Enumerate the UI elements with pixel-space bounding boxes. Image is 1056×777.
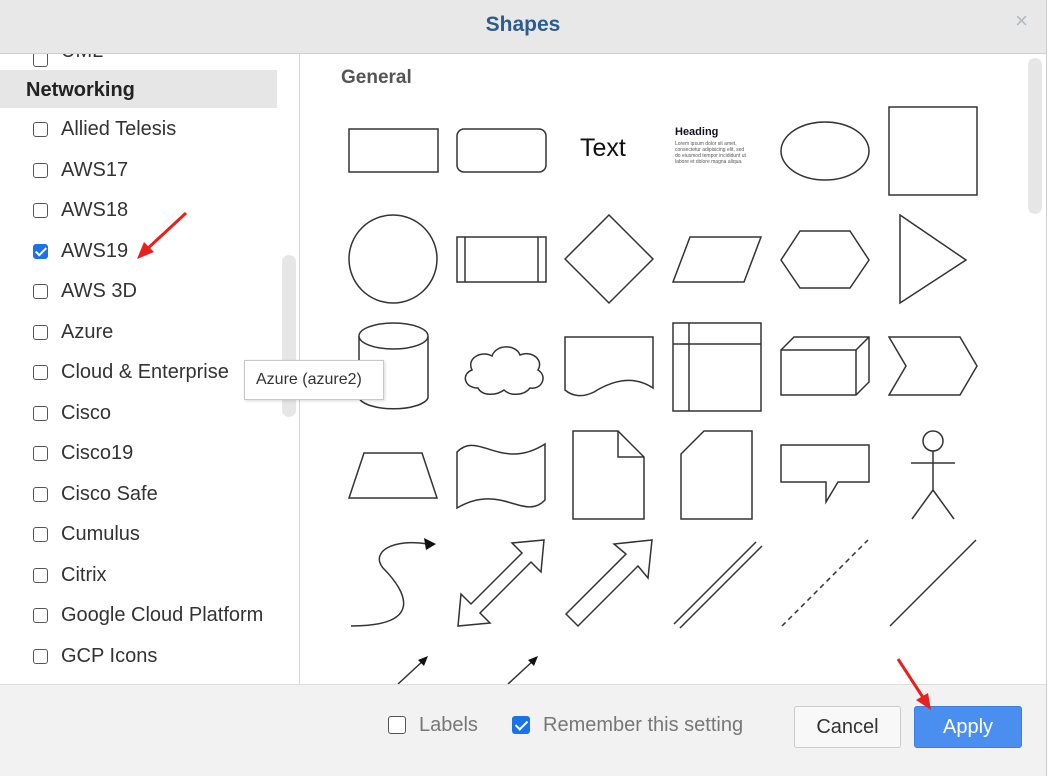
cloud-shape[interactable]: [458, 340, 548, 398]
dialog-title: Shapes: [485, 13, 561, 36]
bidirectional-arrow-shape[interactable]: [456, 538, 548, 630]
checkbox[interactable]: [33, 163, 48, 178]
rectangle-shape[interactable]: [348, 128, 440, 174]
square-shape[interactable]: [888, 106, 980, 198]
text-shape[interactable]: Text: [580, 134, 626, 163]
labels-option-label: Labels: [419, 714, 478, 736]
textbox-shape[interactable]: Heading Lorem ipsum dolor sit amet, cons…: [675, 126, 757, 178]
close-icon[interactable]: ×: [1015, 8, 1028, 34]
checkbox[interactable]: [33, 608, 48, 623]
sidebar-item-label: Cisco Safe: [61, 483, 158, 505]
internal-storage-shape[interactable]: [672, 322, 764, 414]
checkbox-checked[interactable]: [33, 244, 48, 259]
ellipse-shape[interactable]: [780, 121, 872, 183]
checkbox[interactable]: [33, 487, 48, 502]
double-line-shape[interactable]: [672, 538, 764, 630]
document-shape[interactable]: [564, 336, 656, 400]
checkbox[interactable]: [33, 365, 48, 380]
shape-preview-panel: General Text Heading Lorem ipsum dolor s…: [300, 54, 1046, 684]
dialog-footer: Labels Remember this setting Cancel Appl…: [0, 684, 1046, 776]
rounded-rectangle-shape[interactable]: [456, 128, 548, 174]
connector-arrow-shape[interactable]: [396, 654, 432, 684]
shapes-dialog: Shapes × UML Networking Allied Telesis A…: [0, 0, 1047, 776]
checkbox[interactable]: [33, 122, 48, 137]
process-shape[interactable]: [456, 236, 548, 284]
line-shape[interactable]: [888, 538, 980, 630]
dialog-titlebar: Shapes ×: [0, 0, 1046, 54]
diamond-shape[interactable]: [564, 214, 656, 306]
note-shape[interactable]: [572, 430, 646, 522]
arrow-shape[interactable]: [564, 538, 656, 630]
checkbox[interactable]: [33, 284, 48, 299]
category-header-networking[interactable]: Networking: [0, 70, 277, 108]
category-label: Networking: [26, 79, 135, 101]
sidebar-item-label: GCP Icons: [61, 645, 158, 667]
checkbox[interactable]: [33, 325, 48, 340]
dashed-line-shape[interactable]: [780, 538, 872, 630]
sidebar-item-label: Citrix: [61, 564, 107, 586]
sidebar-item-label: UML: [61, 54, 103, 63]
triangle-shape[interactable]: [898, 214, 970, 306]
parallelogram-shape[interactable]: [672, 236, 764, 284]
checkbox[interactable]: [33, 649, 48, 664]
hexagon-shape[interactable]: [780, 230, 872, 290]
sidebar-item-label: Allied Telesis: [61, 118, 177, 140]
textbox-line: labore et dolore magna aliqua.: [675, 159, 743, 165]
checkbox[interactable]: [33, 446, 48, 461]
textbox-heading: Heading: [675, 126, 719, 138]
sidebar-item-label: Cisco19: [61, 442, 134, 464]
tape-shape[interactable]: [456, 438, 548, 514]
cube-shape[interactable]: [780, 336, 872, 398]
actor-shape[interactable]: [908, 430, 958, 522]
preview-scrollbar[interactable]: [1028, 58, 1042, 214]
remember-setting-checkbox[interactable]: [512, 716, 530, 734]
step-shape[interactable]: [888, 336, 980, 398]
sidebar-item-label: AWS 3D: [61, 280, 137, 302]
cancel-button[interactable]: Cancel: [794, 706, 901, 748]
checkbox[interactable]: [33, 54, 48, 67]
connector-arrow-shape-2[interactable]: [506, 654, 542, 684]
sidebar-item-label: Cisco: [61, 402, 112, 424]
sidebar-item-label: Google Cloud Platform: [61, 604, 264, 626]
section-title: General: [341, 67, 412, 88]
circle-shape[interactable]: [348, 214, 440, 306]
tooltip: Azure (azure2): [244, 360, 384, 400]
checkbox[interactable]: [33, 568, 48, 583]
checkbox[interactable]: [33, 527, 48, 542]
sidebar-item-label: Cumulus: [61, 523, 140, 545]
trapezoid-shape[interactable]: [348, 452, 440, 500]
tooltip-text: Azure (azure2): [256, 371, 362, 388]
checkbox[interactable]: [33, 406, 48, 421]
card-shape[interactable]: [680, 430, 754, 522]
apply-button[interactable]: Apply: [914, 706, 1022, 748]
checkbox[interactable]: [33, 203, 48, 218]
sidebar-item-label: Azure: [61, 321, 114, 343]
callout-shape[interactable]: [780, 444, 872, 506]
sidebar-item-label: AWS18: [61, 199, 129, 221]
sidebar-item-label: AWS19: [61, 240, 129, 262]
sidebar-item-label: Cloud & Enterprise: [61, 361, 229, 383]
sidebar-item-label: AWS17: [61, 159, 129, 181]
curved-arrow-shape[interactable]: [348, 538, 440, 630]
remember-setting-label: Remember this setting: [543, 714, 744, 736]
labels-checkbox[interactable]: [388, 716, 406, 734]
